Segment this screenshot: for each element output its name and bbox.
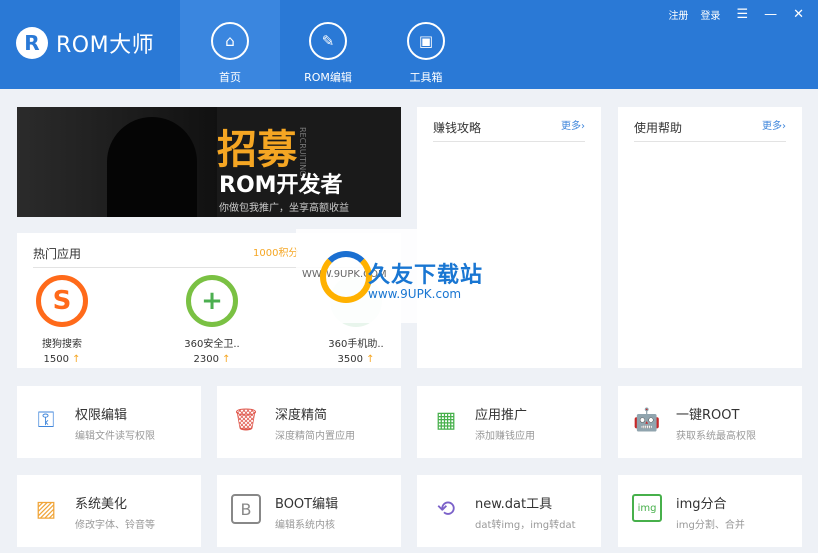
convert-icon: ⟲ <box>436 496 456 522</box>
tile-subtitle: 修改字体、铃音等 <box>75 520 155 531</box>
app-score: 3500 ↑ <box>337 354 375 365</box>
tile-permission-edit[interactable]: ⚿ 权限编辑 编辑文件读写权限 <box>17 386 201 458</box>
app-title: ROM大师 <box>56 33 155 58</box>
hot-apps-title: 热门应用 <box>33 247 82 261</box>
app-score: 1500 ↑ <box>43 354 81 365</box>
tile-deep-slim[interactable]: 🗑 深度精简 深度精简内置应用 <box>217 386 401 458</box>
tile-subtitle: 编辑系统内核 <box>275 520 335 531</box>
tab-toolbox[interactable]: ▣ 工具箱 <box>376 0 476 89</box>
tab-home[interactable]: ⌂ 首页 <box>180 0 280 89</box>
apps-grid-icon: ▦ <box>435 407 457 433</box>
tile-app-promotion[interactable]: ▦ 应用推广 添加赚钱应用 <box>417 386 601 458</box>
tab-home-label: 首页 <box>219 71 241 84</box>
tile-title: BOOT编辑 <box>275 497 339 512</box>
watermark-url: www.9UPK.com <box>368 287 462 301</box>
tile-new-dat-tool[interactable]: ⟲ new.dat工具 dat转img，img转dat <box>417 475 601 547</box>
banner-tagline: 你做包我推广，坐享高额收益 <box>219 203 349 214</box>
tile-system-beautify[interactable]: ▨ 系统美化 修改字体、铃音等 <box>17 475 201 547</box>
360-security-icon: + <box>186 275 238 327</box>
help-panel: 使用帮助 更多› <box>618 107 802 368</box>
tile-subtitle: dat转img，img转dat <box>475 520 576 531</box>
up-arrow-icon: ↑ <box>366 354 375 365</box>
divider <box>433 141 585 142</box>
toolbox-icon: ▣ <box>407 22 445 60</box>
home-icon: ⌂ <box>211 22 249 60</box>
tile-boot-edit[interactable]: B BOOT编辑 编辑系统内核 <box>217 475 401 547</box>
trash-icon: 🗑 <box>232 407 260 433</box>
window-controls: 注册 登录 ☰ — ✕ <box>656 7 804 22</box>
android-icon: 🤖 <box>633 407 661 433</box>
boot-b-icon: B <box>231 494 261 524</box>
tab-rom-edit[interactable]: ✎ ROM编辑 <box>278 0 378 89</box>
tile-title: 权限编辑 <box>75 408 128 423</box>
tile-title: 一键ROOT <box>676 408 740 423</box>
tile-subtitle: 获取系统最高权限 <box>676 431 756 442</box>
tile-title: 系统美化 <box>75 497 128 512</box>
app-name: 360安全卫.. <box>184 339 240 350</box>
help-title: 使用帮助 <box>634 121 683 135</box>
img-icon: img <box>632 494 662 522</box>
hooded-figure-image <box>107 117 197 217</box>
banner-side-text: RECRUITING <box>298 127 307 177</box>
money-guide-more-link[interactable]: 更多› <box>561 117 585 132</box>
tile-title: img分合 <box>676 497 727 512</box>
top-bar: R ROM大师 ⌂ 首页 ✎ ROM编辑 ▣ 工具箱 注册 登录 ☰ — ✕ <box>0 0 818 89</box>
watermark-overlay: WWW.9UPK.COM 久友下载站 www.9UPK.com <box>296 229 522 323</box>
banner-subtitle: ROM开发者 <box>219 173 343 198</box>
tab-rom-edit-label: ROM编辑 <box>304 71 352 84</box>
divider <box>634 141 786 142</box>
money-guide-title: 赚钱攻略 <box>433 121 482 135</box>
watermark-main-text: 久友下载站 <box>368 263 484 288</box>
tile-title: 深度精简 <box>275 408 328 423</box>
menu-icon[interactable]: ☰ <box>736 7 748 22</box>
close-icon[interactable]: ✕ <box>793 7 804 22</box>
watermark-logo-icon <box>320 251 372 303</box>
tile-subtitle: 编辑文件读写权限 <box>75 431 155 442</box>
up-arrow-icon: ↑ <box>222 354 231 365</box>
login-link[interactable]: 登录 <box>700 7 720 22</box>
app-score: 2300 ↑ <box>193 354 231 365</box>
tile-one-key-root[interactable]: 🤖 一键ROOT 获取系统最高权限 <box>618 386 802 458</box>
key-shield-icon: ⚿ <box>37 407 55 433</box>
tile-title: new.dat工具 <box>475 497 553 512</box>
app-name: 360手机助.. <box>328 339 384 350</box>
tile-subtitle: 添加赚钱应用 <box>475 431 535 442</box>
tile-title: 应用推广 <box>475 408 528 423</box>
app-item-sogou[interactable]: S 搜狗搜索 1500 ↑ <box>17 275 107 365</box>
app-name: 搜狗搜索 <box>42 339 82 350</box>
app-item-360-security[interactable]: + 360安全卫.. 2300 ↑ <box>167 275 257 365</box>
tile-subtitle: img分割、合并 <box>676 520 745 531</box>
help-more-link[interactable]: 更多› <box>762 117 786 132</box>
up-arrow-icon: ↑ <box>72 354 81 365</box>
logo-icon: R <box>16 27 48 59</box>
tile-img-split-merge[interactable]: img img分合 img分割、合并 <box>618 475 802 547</box>
rom-edit-icon: ✎ <box>309 22 347 60</box>
sogou-icon: S <box>36 275 88 327</box>
tab-toolbox-label: 工具箱 <box>409 71 443 84</box>
recruit-banner[interactable]: 招募 ROM开发者 你做包我推广，坐享高额收益 RECRUITING <box>17 107 401 217</box>
app-logo: R ROM大师 <box>16 27 154 59</box>
hot-apps-promo: 1000积分 <box>253 248 299 259</box>
register-link[interactable]: 注册 <box>668 7 688 22</box>
image-icon: ▨ <box>35 496 57 522</box>
minimize-icon[interactable]: — <box>764 7 777 22</box>
tile-subtitle: 深度精简内置应用 <box>275 431 355 442</box>
